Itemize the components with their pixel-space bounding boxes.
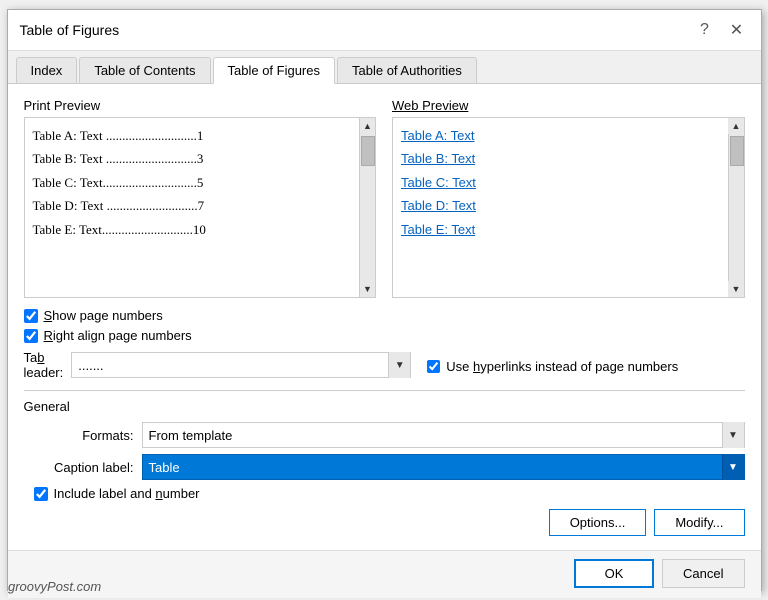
general-title: General xyxy=(24,399,745,414)
print-scroll-down[interactable]: ▼ xyxy=(360,281,376,297)
web-row-1[interactable]: Table A: Text xyxy=(401,124,720,147)
title-bar: Table of Figures ? ✕ xyxy=(8,10,761,51)
general-section: General Formats: From template ▼ Caption… xyxy=(24,390,745,536)
close-button[interactable]: ✕ xyxy=(725,18,749,42)
tab-bar: Index Table of Contents Table of Figures… xyxy=(8,51,761,84)
tab-leader-value: ....... xyxy=(78,358,103,373)
web-scroll-track xyxy=(729,134,744,281)
ok-button[interactable]: OK xyxy=(574,559,654,588)
web-preview-section: Web Preview Table A: Text Table B: Text … xyxy=(392,98,745,298)
include-label-row: Include label and number xyxy=(24,486,745,501)
tab-leader-arrow[interactable]: ▼ xyxy=(388,352,410,378)
web-row-5[interactable]: Table E: Text xyxy=(401,218,720,241)
options-button[interactable]: Options... xyxy=(549,509,647,536)
show-page-numbers-row: Show page numbers xyxy=(24,308,412,323)
web-scroll-down[interactable]: ▼ xyxy=(728,281,744,297)
print-scroll-thumb[interactable] xyxy=(361,136,375,166)
print-preview-box: Table A: Text ..........................… xyxy=(24,117,377,298)
web-options: Use hyperlinks instead of page numbers xyxy=(427,308,744,380)
watermark: groovyPost.com xyxy=(8,579,101,594)
tab-leader-row: Tab leader: ....... ▼ xyxy=(24,350,412,380)
cancel-button[interactable]: Cancel xyxy=(662,559,744,588)
dialog-title: Table of Figures xyxy=(20,22,120,38)
web-preview-label: Web Preview xyxy=(392,98,745,113)
tab-table-of-contents[interactable]: Table of Contents xyxy=(79,57,210,83)
include-label-checkbox[interactable] xyxy=(34,487,48,501)
formats-label: Formats: xyxy=(34,428,134,443)
right-align-label: Right align page numbers xyxy=(44,328,192,343)
tab-table-of-authorities[interactable]: Table of Authorities xyxy=(337,57,477,83)
caption-arrow[interactable]: ▼ xyxy=(722,454,744,480)
options-section: Show page numbers Right align page numbe… xyxy=(24,308,412,380)
options-row: Show page numbers Right align page numbe… xyxy=(24,308,745,380)
formats-value: From template xyxy=(149,428,233,443)
modify-button[interactable]: Modify... xyxy=(654,509,744,536)
tab-leader-select[interactable]: ....... ▼ xyxy=(71,352,411,378)
caption-label: Caption label: xyxy=(34,460,134,475)
tab-table-of-figures[interactable]: Table of Figures xyxy=(213,57,336,84)
previews-row: Print Preview Table A: Text ............… xyxy=(24,98,745,298)
print-row-3: Table C: Text...........................… xyxy=(33,171,352,194)
caption-select[interactable]: Table ▼ xyxy=(142,454,745,480)
use-hyperlinks-row: Use hyperlinks instead of page numbers xyxy=(427,359,744,374)
general-grid: Formats: From template ▼ Caption label: … xyxy=(24,422,745,480)
print-preview-section: Print Preview Table A: Text ............… xyxy=(24,98,377,298)
print-preview-content: Table A: Text ..........................… xyxy=(25,118,360,297)
main-content: Print Preview Table A: Text ............… xyxy=(8,84,761,550)
bottom-buttons: Options... Modify... xyxy=(24,501,745,536)
web-scroll-up[interactable]: ▲ xyxy=(728,118,744,134)
dialog: Table of Figures ? ✕ Index Table of Cont… xyxy=(7,9,762,591)
print-preview-label: Print Preview xyxy=(24,98,377,113)
web-preview-box: Table A: Text Table B: Text Table C: Tex… xyxy=(392,117,745,298)
print-scroll-up[interactable]: ▲ xyxy=(360,118,376,134)
help-button[interactable]: ? xyxy=(693,18,717,42)
print-row-2: Table B: Text ..........................… xyxy=(33,147,352,170)
right-align-checkbox[interactable] xyxy=(24,329,38,343)
formats-select[interactable]: From template ▼ xyxy=(142,422,745,448)
print-options: Show page numbers Right align page numbe… xyxy=(24,308,412,380)
web-scroll-thumb[interactable] xyxy=(730,136,744,166)
web-preview-content: Table A: Text Table B: Text Table C: Tex… xyxy=(393,118,728,297)
tab-leader-label: Tab leader: xyxy=(24,350,64,380)
tab-index[interactable]: Index xyxy=(16,57,78,83)
title-bar-controls: ? ✕ xyxy=(693,18,749,42)
show-page-numbers-label: Show page numbers xyxy=(44,308,163,323)
print-row-4: Table D: Text ..........................… xyxy=(33,194,352,217)
web-row-2[interactable]: Table B: Text xyxy=(401,147,720,170)
caption-value: Table xyxy=(149,460,180,475)
right-align-row: Right align page numbers xyxy=(24,328,412,343)
web-scrollbar[interactable]: ▲ ▼ xyxy=(728,118,744,297)
print-row-5: Table E: Text...........................… xyxy=(33,218,352,241)
footer: OK Cancel xyxy=(8,550,761,598)
formats-arrow[interactable]: ▼ xyxy=(722,422,744,448)
print-row-1: Table A: Text ..........................… xyxy=(33,124,352,147)
include-label-text: Include label and number xyxy=(54,486,200,501)
web-row-3[interactable]: Table C: Text xyxy=(401,171,720,194)
use-hyperlinks-label: Use hyperlinks instead of page numbers xyxy=(446,359,678,374)
web-row-4[interactable]: Table D: Text xyxy=(401,194,720,217)
show-page-numbers-checkbox[interactable] xyxy=(24,309,38,323)
print-scroll-track xyxy=(360,134,375,281)
print-scrollbar[interactable]: ▲ ▼ xyxy=(359,118,375,297)
use-hyperlinks-checkbox[interactable] xyxy=(427,360,440,373)
